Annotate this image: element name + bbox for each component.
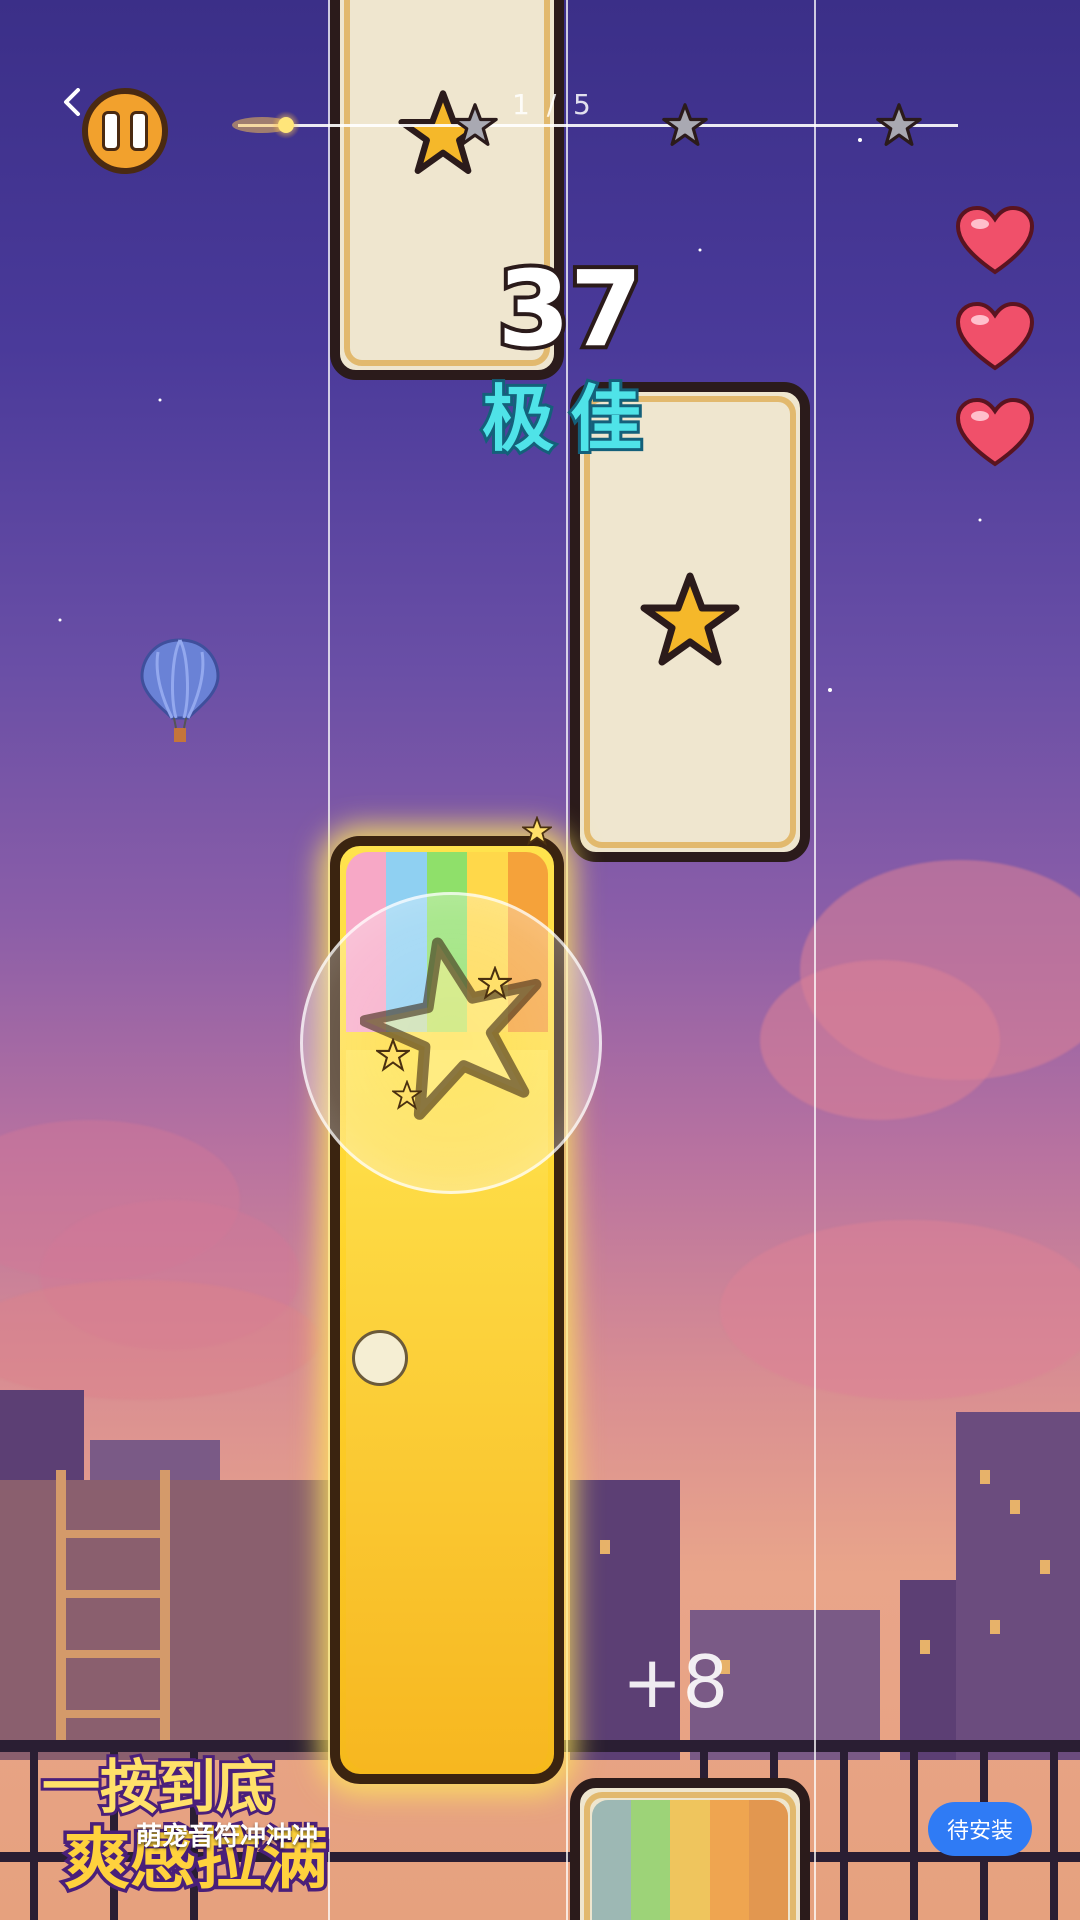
progress-label: 1 / 5 (512, 88, 595, 121)
combo-bonus: +8 (622, 1640, 729, 1724)
building (956, 1412, 1080, 1760)
building-window (990, 1620, 1000, 1634)
star-icon (640, 572, 740, 666)
heart-icon (956, 302, 1034, 371)
touch-indicator (352, 1330, 408, 1386)
pause-button[interactable] (82, 88, 168, 174)
pause-icon (102, 111, 120, 151)
progress-comet-icon (232, 111, 300, 139)
progress-star-icon (876, 103, 922, 146)
ad-caption: 萌宠音符冲冲冲 (136, 1822, 319, 1852)
building-window (600, 1540, 610, 1554)
cloud (720, 1220, 1080, 1400)
star-icon (392, 1080, 422, 1110)
score: 37 (494, 244, 647, 374)
cloud (760, 960, 1000, 1120)
hit-rating: 极佳 (479, 374, 658, 464)
back-chevron-icon[interactable] (58, 88, 86, 116)
star-icon (360, 937, 542, 1120)
song-progress-track (238, 124, 958, 127)
install-button[interactable]: 待安装 (928, 1802, 1032, 1856)
tile-rainbow-cap (592, 1800, 788, 1920)
star-icon (376, 1038, 410, 1072)
progress-star-icon (452, 103, 498, 146)
star-icon (478, 966, 512, 1000)
rooftop-ladder (56, 1470, 170, 1750)
pause-icon (130, 111, 148, 151)
building-window (920, 1640, 930, 1654)
progress-star-icon (662, 103, 708, 146)
lane-divider (814, 0, 816, 1920)
building-window (1010, 1500, 1020, 1514)
ad-logo[interactable]: 一按到底 爽感拉满 (36, 1740, 356, 1902)
heart-icon (956, 206, 1034, 275)
building-window (980, 1470, 990, 1484)
star-icon (522, 816, 552, 846)
heart-icon (956, 398, 1034, 467)
hot-air-balloon-icon (140, 638, 220, 742)
building-window (1040, 1560, 1050, 1574)
